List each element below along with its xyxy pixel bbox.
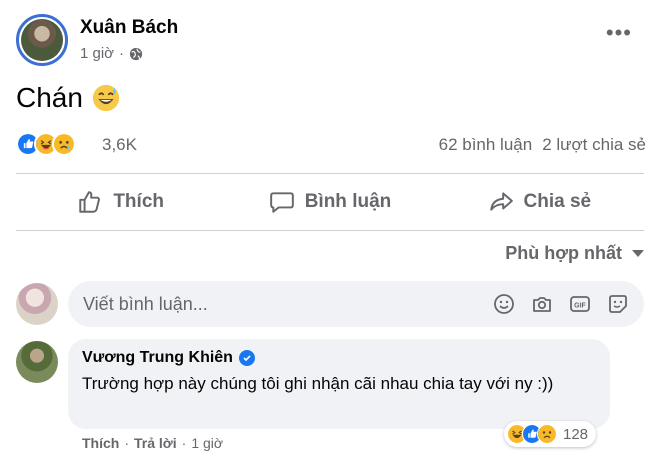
post-text: Chán — [16, 82, 121, 114]
share-button[interactable]: Chia sẻ — [435, 176, 644, 228]
share-label: Chia sẻ — [523, 191, 592, 212]
post-header: Xuân Bách 1 giờ · ••• — [16, 14, 646, 70]
comment-sort-dropdown[interactable]: Phù hợp nhất — [505, 243, 644, 264]
sort-label: Phù hợp nhất — [505, 243, 622, 263]
comment-bubble: Vương Trung Khiên Trường hợp này chúng t… — [68, 339, 610, 429]
emoji-icon[interactable] — [492, 292, 516, 316]
comment-text: Trường hợp này chúng tôi ghi nhận cãi nh… — [82, 374, 554, 393]
gif-icon[interactable]: GIF — [568, 292, 592, 316]
svg-text:GIF: GIF — [574, 303, 586, 310]
comment-time[interactable]: 1 giờ — [191, 435, 223, 451]
divider — [16, 230, 644, 231]
commenter-name-row: Vương Trung Khiên — [82, 349, 596, 367]
comment-icon — [269, 192, 294, 213]
chevron-down-icon — [632, 250, 644, 257]
comment-label: Bình luận — [304, 191, 392, 212]
comment-input-placeholder: Viết bình luận... — [83, 293, 208, 314]
author-avatar[interactable] — [16, 14, 68, 66]
globe-icon[interactable] — [129, 47, 143, 61]
post-body: Chán — [16, 82, 83, 113]
commenter-name[interactable]: Vương Trung Khiên — [82, 349, 233, 367]
current-user-avatar[interactable] — [16, 283, 58, 325]
thumbs-up-icon — [79, 191, 101, 213]
action-bar: Thích Bình luận Chia sẻ — [16, 176, 644, 228]
verified-badge-icon — [238, 350, 255, 366]
comment-reply-button[interactable]: Trả lời — [134, 435, 177, 451]
reaction-count[interactable]: 3,6K — [102, 135, 137, 155]
comment-like-button[interactable]: Thích — [82, 435, 119, 451]
reaction-icons[interactable] — [16, 132, 76, 156]
comment-reactions[interactable]: 128 — [504, 421, 597, 447]
post-time[interactable]: 1 giờ — [80, 45, 114, 62]
camera-icon[interactable] — [530, 292, 554, 316]
sad-reaction-icon — [52, 132, 76, 156]
author-name[interactable]: Xuân Bách — [80, 17, 178, 39]
grinning-sweat-emoji — [92, 84, 120, 112]
reactions-summary: 3,6K 62 bình luận 2 lượt chia sẻ — [16, 132, 646, 160]
engagement-stats: 62 bình luận 2 lượt chia sẻ — [439, 135, 646, 155]
comment-input[interactable]: Viết bình luận... GIF — [68, 281, 644, 327]
comment-count[interactable]: 62 bình luận — [439, 135, 533, 155]
comment-actions: Thích · Trả lời · 1 giờ — [82, 435, 224, 451]
like-label: Thích — [113, 191, 164, 212]
composer-icons: GIF — [492, 292, 630, 316]
sad-reaction-icon — [537, 424, 557, 444]
like-button[interactable]: Thích — [16, 176, 225, 228]
divider — [16, 173, 644, 174]
comment-reaction-count: 128 — [563, 425, 589, 443]
comment-button[interactable]: Bình luận — [225, 176, 434, 228]
comment-composer: Viết bình luận... GIF — [16, 281, 646, 327]
share-count[interactable]: 2 lượt chia sẻ — [542, 135, 646, 155]
post-meta: 1 giờ · — [80, 45, 143, 62]
sticker-icon[interactable] — [606, 292, 630, 316]
share-icon — [489, 192, 513, 211]
commenter-avatar[interactable] — [16, 341, 58, 383]
more-options-icon[interactable]: ••• — [606, 22, 632, 44]
